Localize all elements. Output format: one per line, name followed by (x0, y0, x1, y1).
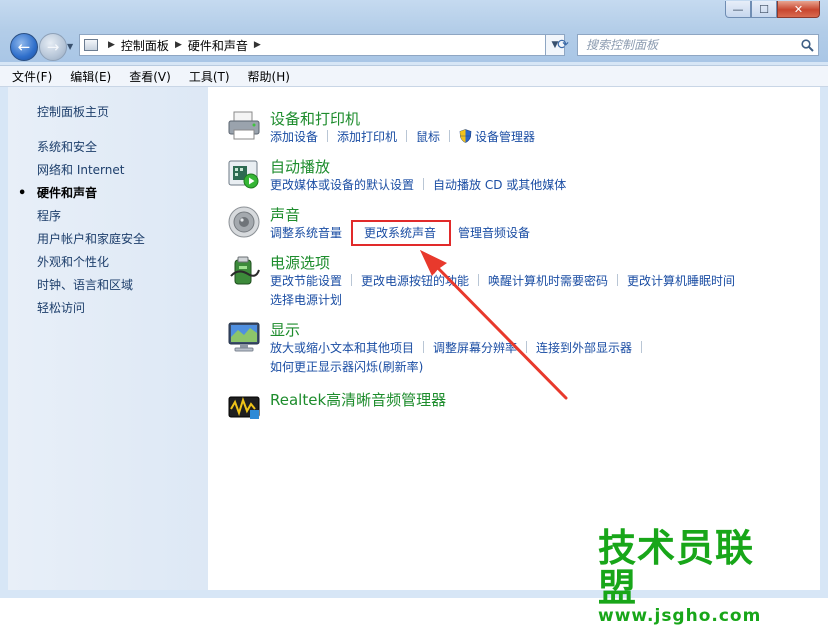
watermark-text: 技术员联盟 (598, 526, 755, 610)
watermark-logo: 技术员联盟 www.jsgho.com (598, 528, 788, 626)
window-frame: — ☐ ✕ ← → ▼ ▶ 控制面板 ▶ 硬件和声音 ▶ ▼ ⟳ 文件(F) 编… (0, 0, 828, 626)
watermark-url: www.jsgho.com (598, 606, 762, 626)
annotation-arrow-icon (420, 250, 568, 400)
